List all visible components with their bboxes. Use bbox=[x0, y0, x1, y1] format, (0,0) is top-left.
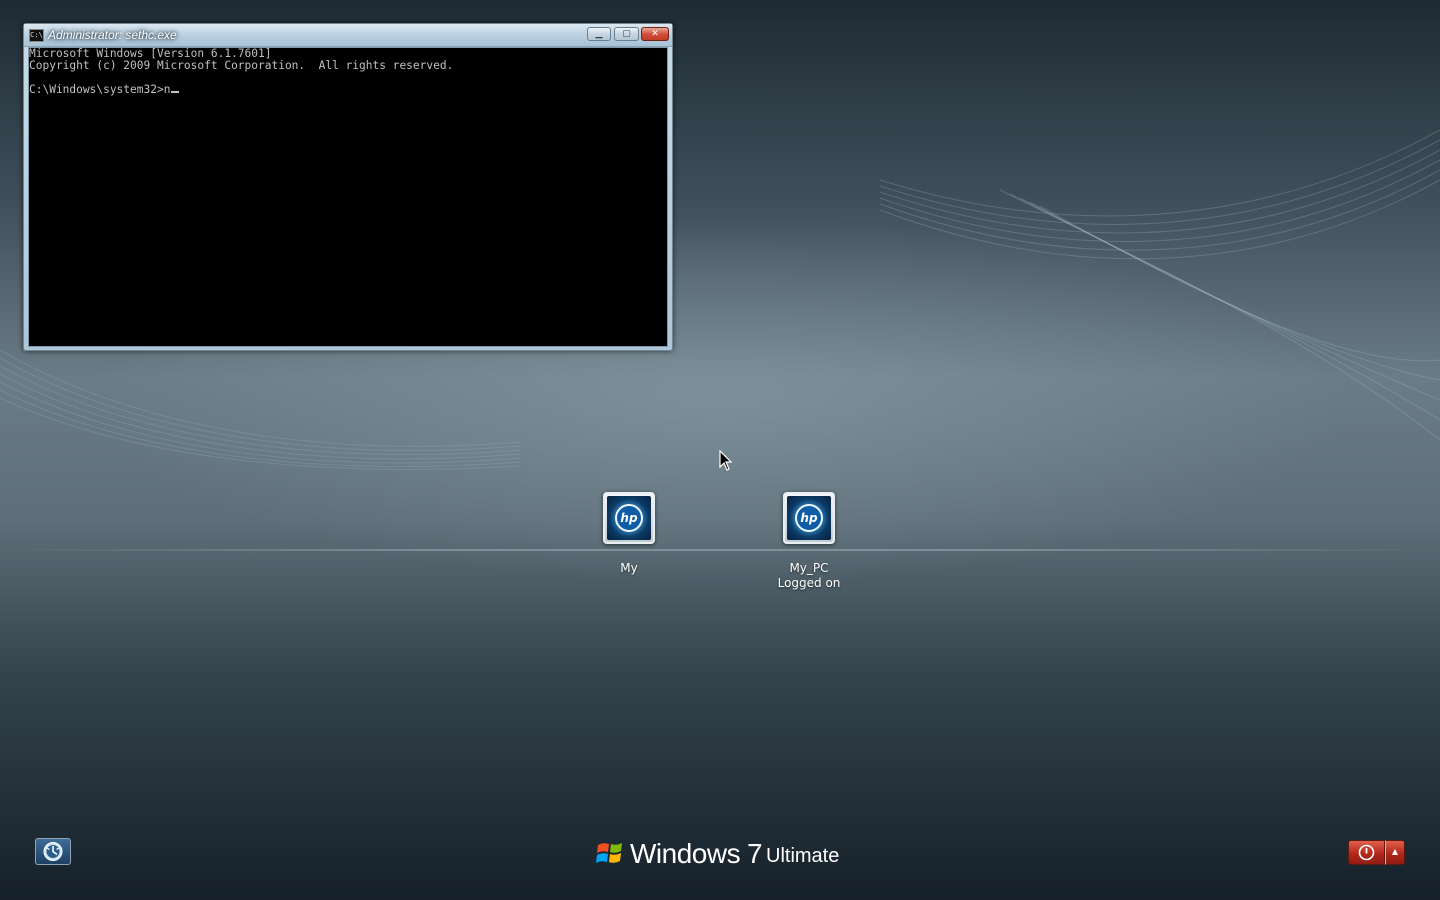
console-line-copyright: Copyright (c) 2009 Microsoft Corporation… bbox=[29, 59, 454, 72]
user-avatar: hp bbox=[787, 496, 831, 540]
mouse-pointer-icon bbox=[719, 450, 733, 471]
window-titlebar[interactable]: C:\ Administrator: sethc.exe ▁ ▢ ✕ bbox=[24, 24, 672, 47]
user-status-label: Logged on bbox=[777, 576, 841, 590]
background-wave-left bbox=[0, 349, 520, 470]
shutdown-button[interactable] bbox=[1348, 840, 1385, 865]
ease-of-access-icon bbox=[43, 842, 63, 861]
hp-logo-icon: hp bbox=[615, 504, 643, 532]
console-app-icon[interactable]: C:\ bbox=[29, 29, 44, 42]
console-output-area[interactable]: Microsoft Windows [Version 6.1.7601] Cop… bbox=[28, 47, 668, 347]
shutdown-options-button[interactable]: ▲ bbox=[1385, 840, 1405, 865]
user-tile-my[interactable]: hp My bbox=[569, 492, 689, 576]
window-title: Administrator: sethc.exe bbox=[48, 28, 177, 42]
hp-logo-icon: hp bbox=[795, 504, 823, 532]
background-wave-right bbox=[880, 129, 1440, 441]
brand-version-number: 7 bbox=[747, 838, 763, 869]
windows-flag-icon bbox=[596, 843, 622, 863]
user-name-label[interactable]: My_PC bbox=[749, 561, 869, 576]
close-button[interactable]: ✕ bbox=[641, 27, 669, 41]
brand-product-name: Windows bbox=[630, 838, 741, 869]
command-prompt-window[interactable]: C:\ Administrator: sethc.exe ▁ ▢ ✕ Micro… bbox=[23, 23, 673, 351]
ease-of-access-button[interactable] bbox=[35, 838, 71, 865]
user-avatar-frame[interactable]: hp bbox=[783, 492, 835, 544]
console-prompt-line[interactable]: C:\Windows\system32>n bbox=[29, 83, 180, 96]
user-avatar: hp bbox=[607, 496, 651, 540]
maximize-button[interactable]: ▢ bbox=[614, 27, 639, 41]
brand-edition-name: Ultimate bbox=[766, 845, 840, 867]
minimize-button[interactable]: ▁ bbox=[587, 27, 611, 41]
user-name-label[interactable]: My bbox=[569, 561, 689, 576]
console-prompt-text: C:\Windows\system32>n bbox=[29, 83, 171, 96]
user-tile-my-pc[interactable]: hp My_PC Logged on bbox=[749, 492, 869, 591]
user-avatar-frame[interactable]: hp bbox=[603, 492, 655, 544]
horizon-line bbox=[0, 549, 1440, 551]
power-icon bbox=[1358, 844, 1375, 861]
text-cursor bbox=[171, 91, 180, 93]
